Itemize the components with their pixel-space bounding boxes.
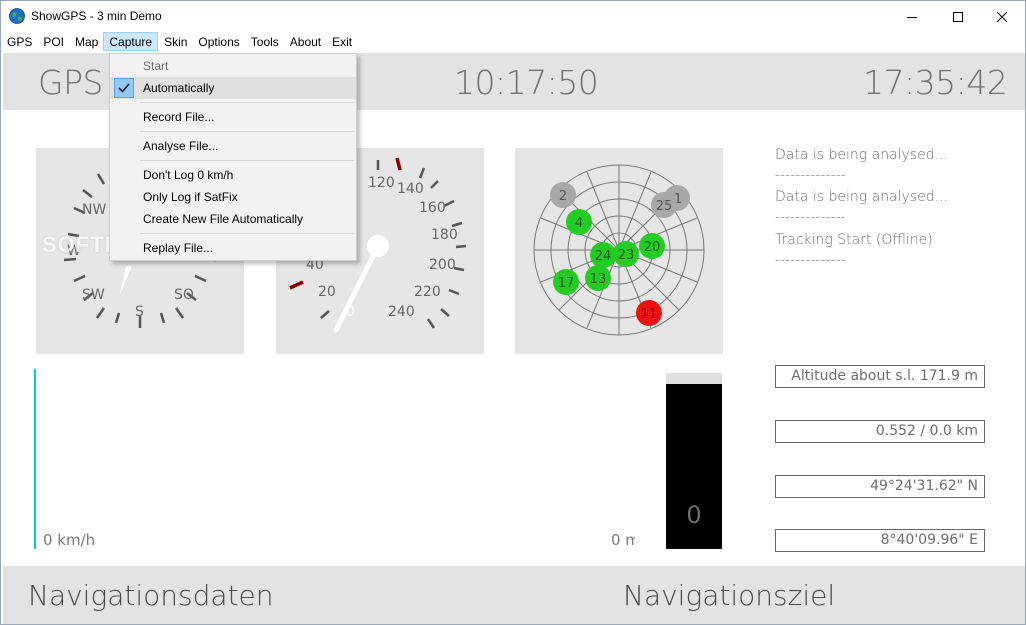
- menu-gps[interactable]: GPS: [1, 32, 37, 51]
- compass-label-sw: SW: [82, 287, 105, 303]
- header-gps-label: GPS: [38, 63, 103, 102]
- capture-automatically[interactable]: Automatically: [110, 77, 356, 99]
- latitude-box: 49°24'31.62" N: [775, 475, 985, 498]
- satellite-17: 17: [553, 269, 579, 295]
- satellite-24: 24: [590, 242, 616, 268]
- checkmark-icon: [114, 78, 134, 98]
- status-line-2: Data is being analysed...: [775, 189, 948, 205]
- footer-navigation-target[interactable]: Navigationsziel: [623, 579, 835, 612]
- svg-text:20: 20: [644, 240, 661, 255]
- longitude-box: 8°40'09.96" E: [775, 529, 985, 552]
- speed-graph-label: 0 km/h: [43, 531, 96, 549]
- maximize-icon: [953, 11, 963, 22]
- speed-tick-20: 20: [318, 284, 336, 300]
- capture-analyse-file[interactable]: Analyse File...: [110, 135, 356, 157]
- status-line-3: Tracking Start (Offline): [775, 232, 933, 248]
- title-bar[interactable]: ShowGPS - 3 min Demo: [1, 1, 1025, 32]
- close-icon: [997, 11, 1007, 22]
- svg-text:11: 11: [641, 307, 658, 322]
- menu-exit[interactable]: Exit: [326, 32, 357, 51]
- window-title: ShowGPS - 3 min Demo: [31, 9, 162, 23]
- distance-graph-label: 0 m: [611, 531, 635, 549]
- menu-separator: [140, 160, 354, 161]
- speed-tick-160: 160: [419, 200, 446, 216]
- capture-dropdown: Start Automatically Record File... Analy…: [109, 53, 357, 261]
- minimize-icon: [907, 16, 917, 18]
- menu-skin[interactable]: Skin: [158, 32, 192, 51]
- menu-separator: [140, 131, 354, 132]
- capture-start-header: Start: [143, 59, 169, 73]
- menu-separator: [140, 102, 354, 103]
- capture-record-file[interactable]: Record File...: [110, 106, 356, 128]
- status-line-1: Data is being analysed...: [775, 147, 948, 163]
- menu-poi[interactable]: POI: [37, 32, 69, 51]
- footer-navigation-data[interactable]: Navigationsdaten: [28, 579, 274, 612]
- bar-gauge: 0: [666, 373, 722, 549]
- capture-replay-file[interactable]: Replay File...: [110, 237, 356, 259]
- altitude-box: Altitude about s.l. 171.9 m: [775, 365, 985, 388]
- satellite-25: 25: [651, 192, 677, 218]
- speed-tick-200: 200: [429, 257, 456, 273]
- app-window: ShowGPS - 3 min Demo GPS POI Map Capture…: [0, 0, 1026, 625]
- speed-tick-220: 220: [414, 284, 441, 300]
- satellite-2: 2: [550, 182, 576, 208]
- compass-label-nw: NW: [82, 202, 106, 218]
- bar-gauge-value: 0: [686, 501, 702, 529]
- svg-text:24: 24: [595, 249, 612, 264]
- maximize-button[interactable]: [935, 1, 981, 32]
- svg-text:25: 25: [656, 199, 673, 214]
- speed-tick-120: 120: [368, 175, 395, 191]
- satellite-23: 23: [613, 241, 639, 267]
- menu-options[interactable]: Options: [192, 32, 244, 51]
- satellite-panel: 2 1 25 4 24 23 20 17 13 11: [515, 148, 723, 354]
- gps-time: 17:35:42: [863, 63, 1008, 102]
- close-button[interactable]: [979, 1, 1025, 32]
- svg-text:13: 13: [590, 272, 607, 287]
- satellite-11: 11: [636, 300, 662, 326]
- capture-automatically-label: Automatically: [143, 81, 215, 95]
- speed-tick-140: 140: [397, 181, 424, 197]
- svg-text:23: 23: [618, 248, 635, 263]
- capture-create-new-file[interactable]: Create New File Automatically: [110, 208, 356, 230]
- minimize-button[interactable]: [889, 1, 935, 32]
- status-divider-2: --------------: [775, 209, 846, 225]
- satellite-skyplot: 2 1 25 4 24 23 20 17 13 11: [533, 164, 705, 336]
- globe-icon: [9, 8, 25, 24]
- satellite-20: 20: [639, 233, 665, 259]
- local-time: 10:17:50: [454, 63, 599, 102]
- satellite-13: 13: [585, 265, 611, 291]
- menu-map[interactable]: Map: [69, 32, 103, 51]
- speed-tick-180: 180: [431, 227, 458, 243]
- capture-only-log-satfix[interactable]: Only Log if SatFix: [110, 186, 356, 208]
- speed-tick-240: 240: [388, 304, 415, 320]
- speed-needle-hub: [367, 235, 389, 257]
- capture-dont-log[interactable]: Don't Log 0 km/h: [110, 164, 356, 186]
- bar-gauge-top: [666, 373, 722, 384]
- svg-text:4: 4: [575, 216, 583, 231]
- menu-capture[interactable]: Capture: [103, 32, 159, 51]
- svg-text:2: 2: [559, 189, 567, 204]
- status-divider-1: --------------: [775, 167, 846, 183]
- speed-graph-axis: [34, 369, 36, 549]
- compass-label-so: SO: [174, 287, 194, 303]
- menu-about[interactable]: About: [284, 32, 326, 51]
- menu-separator: [140, 233, 354, 234]
- satellite-4: 4: [566, 209, 592, 235]
- compass-label-s: S: [135, 304, 144, 320]
- svg-text:17: 17: [558, 276, 575, 291]
- status-divider-3: --------------: [775, 252, 846, 268]
- menu-tools[interactable]: Tools: [245, 32, 284, 51]
- compass-needle-icon: [120, 266, 132, 294]
- menu-bar: GPS POI Map Capture Skin Options Tools A…: [1, 32, 1025, 52]
- distance-box: 0.552 / 0.0 km: [775, 420, 985, 443]
- footer-band: Navigationsdaten Navigationsziel: [3, 566, 1025, 624]
